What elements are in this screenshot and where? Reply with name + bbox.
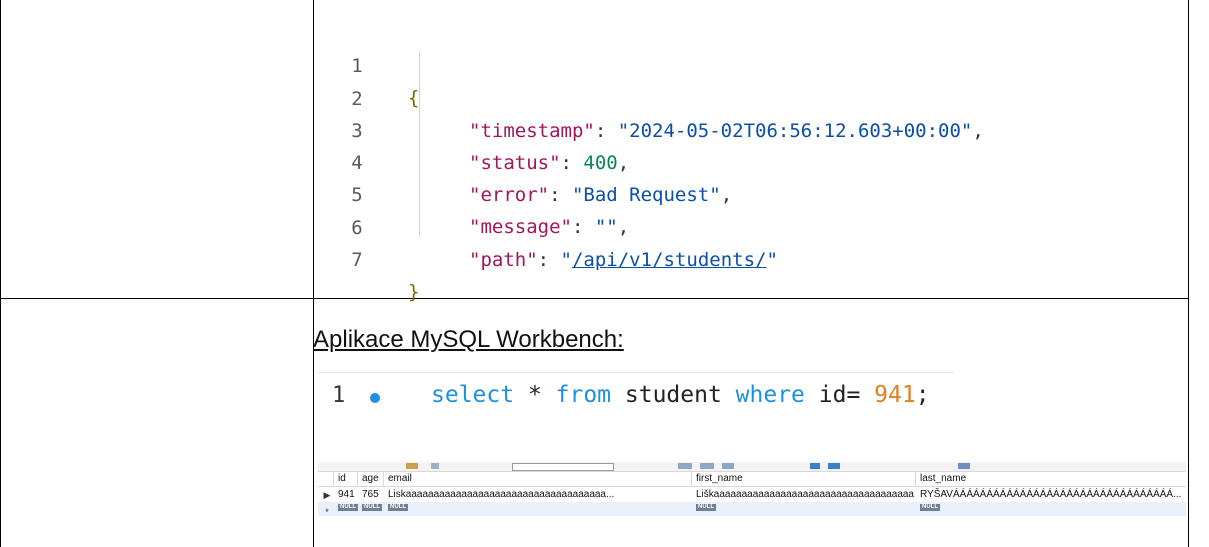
null-badge: NULL <box>920 504 940 511</box>
table-right-border <box>1188 0 1189 299</box>
code-line-6: 6 "path": "/api/v1/students/" <box>320 180 778 271</box>
toolbar-icon[interactable] <box>958 463 970 469</box>
json-key: "error" <box>469 184 550 206</box>
code-line-3: 3 "status": 400, <box>320 83 629 174</box>
code-line-4: 4 "error": "Bad Request", <box>320 115 732 206</box>
code-line-5: 5 "message": "", <box>320 147 629 238</box>
toolbar-icon[interactable] <box>431 463 439 469</box>
code-line-7: 7 } <box>320 212 419 303</box>
toolbar-icon[interactable] <box>678 463 692 469</box>
table-left-border-bottom <box>0 298 1 547</box>
result-grid-header: id age email first_name last_name <box>318 472 1186 487</box>
json-key: "timestamp" <box>469 120 595 142</box>
table-row[interactable]: ▶ 941 765 Liskaaaaaaaaaaaaaaaaaaaaaaaaaa… <box>318 488 1186 502</box>
toolbar-icon[interactable] <box>810 463 820 469</box>
result-grid-toolbar <box>318 462 1186 472</box>
column-header-email[interactable]: email <box>383 472 691 486</box>
new-row[interactable]: * NULL NULL NULL NULL NULL <box>318 502 1186 517</box>
cell-age[interactable]: 765 <box>362 488 383 502</box>
null-badge: NULL <box>388 504 408 511</box>
json-response-panel: 1 { 2 "timestamp": "2024-05-02T06:56:12.… <box>320 15 1182 303</box>
null-badge: NULL <box>362 504 382 511</box>
filter-rows-input[interactable] <box>512 463 614 471</box>
open-brace: { <box>408 87 420 109</box>
json-value: "Bad Request" <box>571 184 721 206</box>
current-row-marker: ▶ <box>323 490 331 500</box>
json-value: "" <box>594 216 618 238</box>
cell-first-name[interactable]: Liškaaaaaaaaaaaaaaaaaaaaaaaaaaaaaaaaaaaa… <box>696 488 915 502</box>
json-value: 400 <box>583 152 618 174</box>
cell-id[interactable]: 941 <box>338 488 357 502</box>
cell-last-name[interactable]: RYŠAVÁÁÁÁÁÁÁÁÁÁÁÁÁÁÁÁÁÁÁÁÁÁÁÁÁÁÁÁÁÁÁÁÁ..… <box>920 488 1186 502</box>
result-grid: id age email first_name last_name ▶ 941 … <box>318 462 1186 536</box>
null-badge: NULL <box>338 504 358 511</box>
indent-guide <box>419 51 420 237</box>
json-value: "2024-05-02T06:56:12.603+00:00" <box>617 120 973 142</box>
table-vertical-divider <box>313 0 314 547</box>
toolbar-icon[interactable] <box>828 463 840 469</box>
null-badge: NULL <box>696 504 716 511</box>
cell-email[interactable]: Liskaaaaaaaaaaaaaaaaaaaaaaaaaaaaaaaaaaaa… <box>388 488 691 502</box>
line-number: 1 <box>332 383 346 408</box>
column-header-age[interactable]: age <box>357 472 383 486</box>
table-right-border-bottom <box>1188 298 1189 547</box>
sql-query: select * from student where id= 941; <box>431 382 930 408</box>
code-line-2: 2 "timestamp": "2024-05-02T06:56:12.603+… <box>320 51 984 142</box>
mysql-caption: Aplikace MySQL Workbench: <box>313 326 624 353</box>
json-key: "message" <box>469 216 572 238</box>
column-header-id[interactable]: id <box>333 472 357 486</box>
table-left-border <box>0 0 1 299</box>
toolbar-icon[interactable] <box>700 463 714 469</box>
sql-editor[interactable]: 1 select * from student where id= 941; <box>318 372 954 423</box>
toolbar-icon[interactable] <box>406 463 418 469</box>
close-brace: } <box>408 281 420 303</box>
path-link[interactable]: /api/v1/students/ <box>572 249 766 271</box>
column-header-first-name[interactable]: first_name <box>691 472 915 486</box>
new-row-marker: * <box>325 507 329 517</box>
column-header-last-name[interactable]: last_name <box>915 472 1186 486</box>
code-line-1: 1 { <box>320 18 419 109</box>
json-key: "status" <box>469 152 561 174</box>
toolbar-icon[interactable] <box>722 463 734 469</box>
statement-dot-icon <box>370 393 380 403</box>
table-row-divider <box>0 298 1189 299</box>
json-key: "path" <box>469 249 538 271</box>
line-number: 7 <box>351 249 363 271</box>
